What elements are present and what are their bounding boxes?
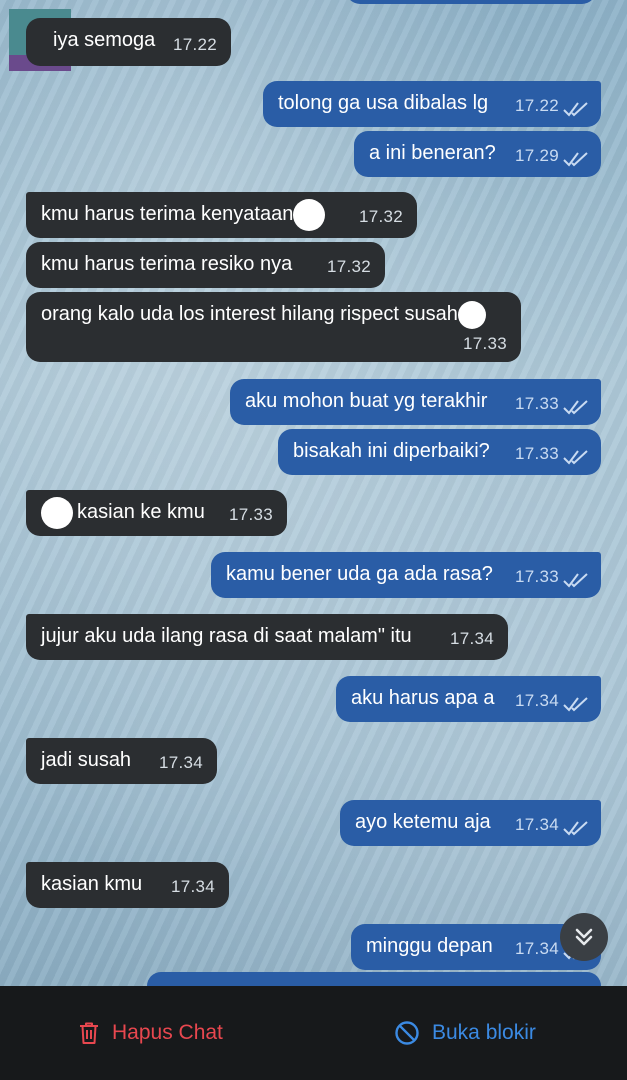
message-time: 17.22 [514,96,559,115]
message-time: 17.34 [514,691,559,710]
unblock-label: Buka blokir [432,1021,536,1044]
double-check-icon [563,400,588,415]
message-time: 17.33 [514,567,559,586]
message-bubble-incoming[interactable]: kasian kmu 17.34 [26,862,229,908]
message-text: iya semoga [53,29,156,51]
message-time: 17.33 [514,394,559,413]
message-bubble-outgoing-partial [346,0,596,4]
double-check-icon [563,102,588,117]
message-time: 17.34 [449,629,494,648]
double-check-icon [563,152,588,167]
message-text: tolong ga usa dibalas lg [278,92,489,114]
delete-chat-button[interactable]: Hapus Chat [78,986,223,1080]
message-time: 17.32 [326,257,371,276]
message-bubble-outgoing[interactable]: tolong ga usa dibalas lg 17.22 [263,81,601,127]
message-bubble-outgoing[interactable]: kamu bener uda ga ada rasa? 17.33 [211,552,601,598]
chevrons-down-icon [575,928,593,946]
message-time: 17.34 [158,753,203,772]
message-time: 17.29 [514,146,559,165]
message-text: aku harus apa a [351,687,495,709]
double-check-icon [563,697,588,712]
message-bubble-incoming[interactable]: kasian ke kmu 17.33 [26,490,287,536]
chat-area[interactable]: iya semoga 17.22 tolong ga usa dibalas l… [0,0,627,986]
message-text: ayo ketemu aja [355,811,491,833]
message-text: aku mohon buat yg terakhir [245,390,488,412]
message-bubble-incoming[interactable]: kmu harus terima resiko nya 17.32 [26,242,385,288]
redaction-mark [457,300,486,329]
message-bubble-incoming[interactable]: jadi susah 17.34 [26,738,217,784]
double-check-icon [563,821,588,836]
message-bubble-incoming[interactable]: jujur aku uda ilang rasa di saat malam" … [26,614,508,660]
message-bubble-outgoing-partial [147,972,601,986]
message-time: 17.34 [514,815,559,834]
message-text: jujur aku uda ilang rasa di saat malam" … [41,625,412,647]
message-text: kasian kmu [41,873,143,895]
trash-icon [80,1022,98,1044]
message-time: 17.34 [514,939,559,958]
message-time: 17.33 [228,505,273,524]
message-time: 17.32 [358,207,403,226]
block-icon [395,1021,419,1045]
message-text: kmu harus terima kenyataan [41,203,294,225]
message-bubble-incoming[interactable]: orang kalo uda los interest hilang rispe… [26,292,521,362]
double-check-icon [563,573,588,588]
delete-chat-label: Hapus Chat [112,1021,223,1044]
message-text: jadi susah [41,749,132,771]
message-bubble-outgoing[interactable]: a ini beneran? 17.29 [354,131,601,177]
message-time: 17.33 [462,334,507,353]
redaction-mark [293,198,326,231]
message-bubble-outgoing[interactable]: ayo ketemu aja 17.34 [340,800,601,846]
redaction-mark [41,496,73,529]
message-text: orang kalo uda los interest hilang rispe… [41,303,458,325]
message-bubble-incoming[interactable]: kmu harus terima kenyataan 17.32 [26,192,417,238]
message-bubble-incoming[interactable]: iya semoga 17.22 [26,18,231,66]
message-time: 17.34 [170,877,215,896]
message-bubble-outgoing[interactable]: aku mohon buat yg terakhir 17.33 [230,379,601,425]
message-text: a ini beneran? [369,142,496,164]
unblock-button[interactable]: Buka blokir [394,986,536,1080]
message-time: 17.33 [514,444,559,463]
message-bubble-outgoing[interactable]: aku harus apa a 17.34 [336,676,601,722]
message-text: minggu depan [366,935,493,957]
message-text: kasian ke kmu [77,501,205,523]
scroll-to-bottom-button[interactable] [560,913,608,961]
message-text: kmu harus terima resiko nya [41,253,293,275]
message-text: kamu bener uda ga ada rasa? [226,563,493,585]
message-bubble-outgoing[interactable]: bisakah ini diperbaiki? 17.33 [278,429,601,475]
double-check-icon [563,450,588,465]
bottom-action-bar: Hapus Chat Buka blokir [0,986,627,1080]
message-time: 17.22 [172,35,217,54]
message-text: bisakah ini diperbaiki? [293,440,490,462]
